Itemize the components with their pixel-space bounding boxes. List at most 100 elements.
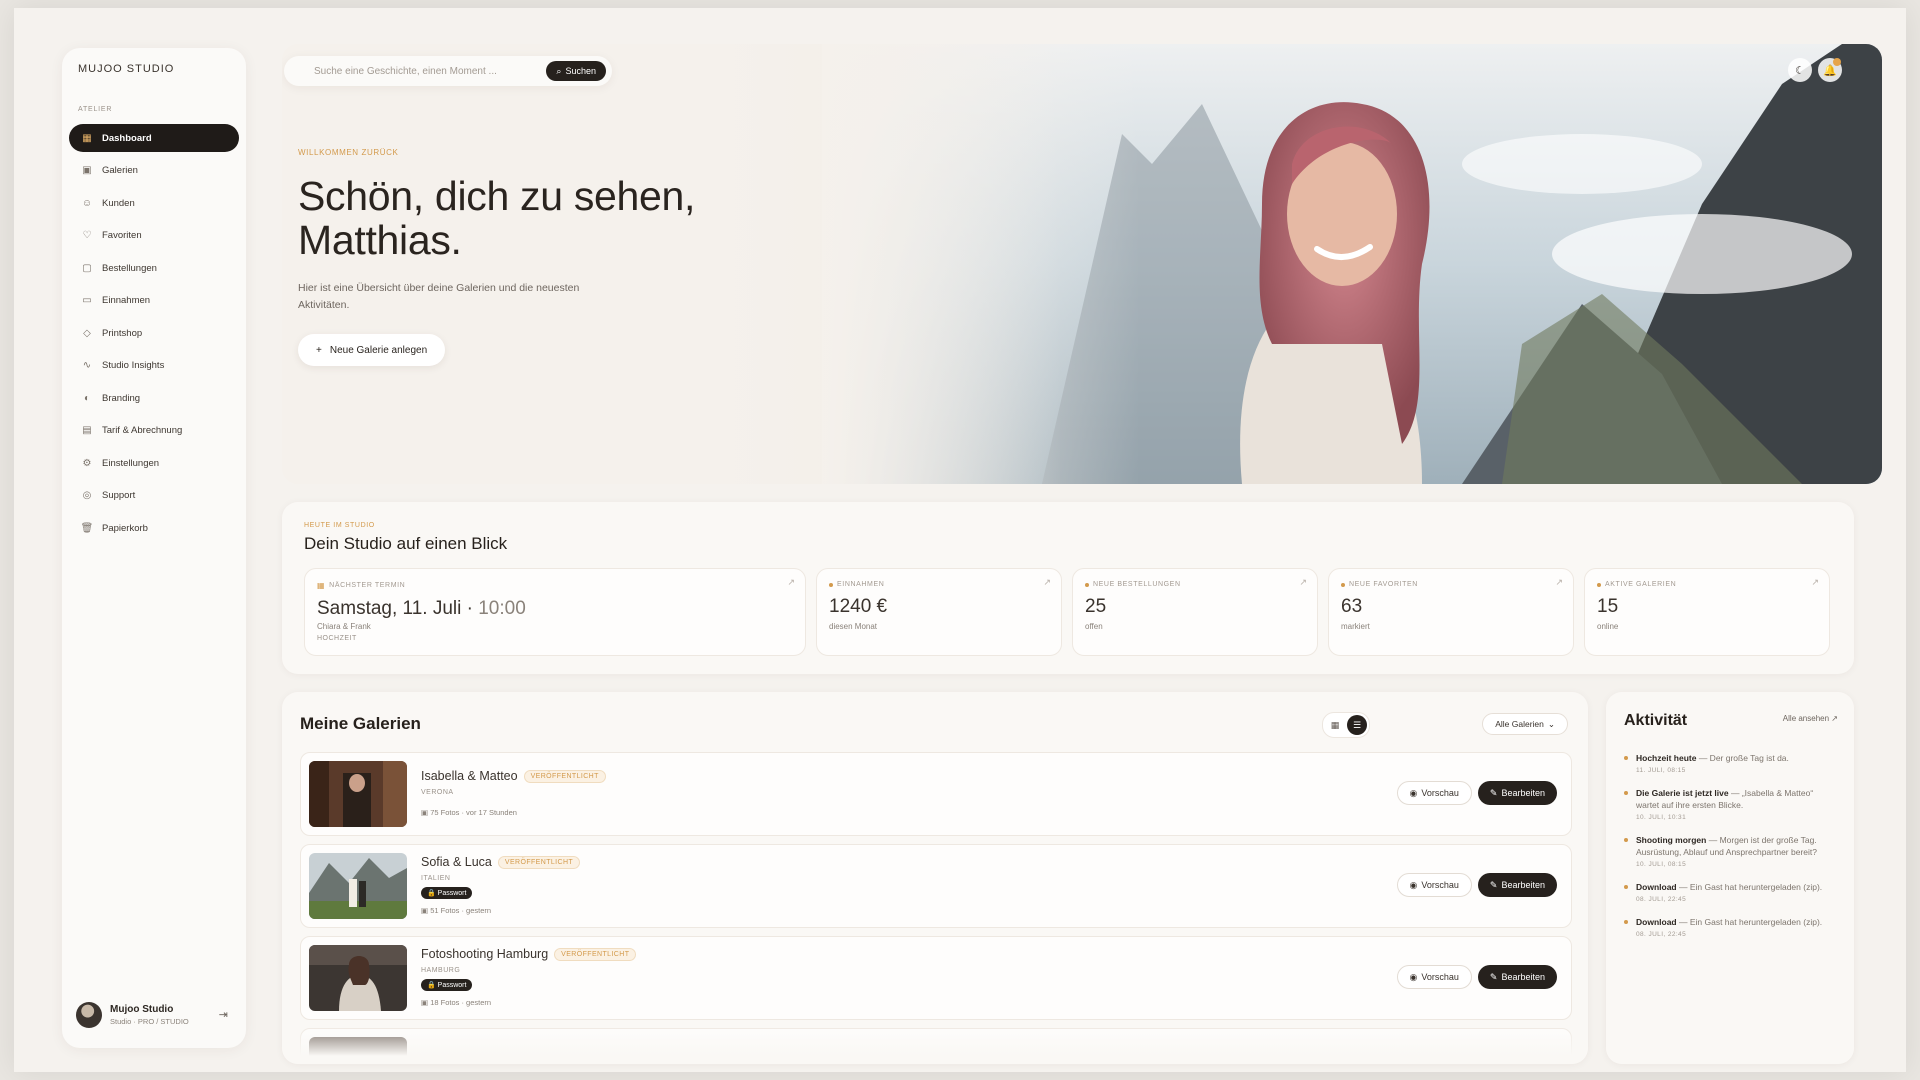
edit-button[interactable]: ✎ Bearbeiten — [1477, 781, 1557, 805]
activity-title-text: Shooting morgen — [1636, 835, 1707, 845]
sidebar-item-branding[interactable]: ◐ Branding — [69, 384, 239, 412]
list-fade — [282, 1024, 1588, 1064]
title-line-2: Matthias. — [298, 217, 462, 263]
eye-icon: ◉ — [1409, 787, 1418, 798]
gallery-name-row: Isabella & Matteo VERÖFFENTLICHT — [421, 769, 606, 783]
notifications-button[interactable]: 🔔 — [1818, 58, 1842, 82]
list-view-button[interactable]: ☰ — [1347, 715, 1367, 735]
grid-view-button[interactable]: ▦ — [1325, 715, 1345, 735]
sidebar-item-tarif[interactable]: ▤ Tarif & Abrechnung — [69, 417, 239, 445]
activity-text: Shooting morgen — Morgen ist der große T… — [1636, 834, 1838, 858]
preview-label: Vorschau — [1421, 972, 1459, 982]
activity-item[interactable]: Die Galerie ist jetzt live — „Isabella &… — [1624, 787, 1838, 821]
activity-title-text: Hochzeit heute — [1636, 753, 1697, 763]
status-badge: VERÖFFENTLICHT — [523, 769, 606, 783]
receipt-icon: ▤ — [82, 425, 92, 436]
arrow-up-right-icon: ↗ — [1811, 577, 1819, 587]
updated-time: vor 17 Stunden — [466, 808, 517, 817]
profile-card[interactable]: Mujoo Studio Studio · PRO / STUDIO ⇥ — [68, 992, 238, 1038]
edit-button[interactable]: ✎ Bearbeiten — [1477, 965, 1557, 989]
activity-description: — Der große Tag ist da. — [1696, 753, 1789, 763]
arrow-up-right-icon: ↗ — [787, 577, 795, 587]
gear-icon: ⚙ — [82, 457, 92, 469]
search-input[interactable] — [314, 65, 534, 77]
sidebar-item-printshop[interactable]: ◇ Printshop — [69, 319, 239, 347]
stat-cards: ▦ NÄCHSTER TERMIN Samstag, 11. Juli · 10:… — [304, 568, 1830, 656]
sidebar-item-label: Support — [102, 490, 136, 501]
gallery-meta: ▣ 18 Fotos · gestern — [421, 998, 492, 1007]
search-bar: ⌕Suchen — [284, 56, 612, 86]
activity-item[interactable]: Download — Ein Gast hat heruntergeladen … — [1624, 881, 1838, 903]
sidebar-item-einnahmen[interactable]: ▭ Einnahmen — [69, 287, 239, 315]
activity-item[interactable]: Hochzeit heute — Der große Tag ist da. 1… — [1624, 752, 1838, 774]
heart-icon: ♡ — [82, 230, 92, 241]
sidebar: MUJOO STUDIO ATELIER ▦ Dashboard ▣ Galerie… — [62, 48, 246, 1048]
activity-time: 08. JULI, 22:45 — [1636, 896, 1687, 903]
theme-toggle-button[interactable]: ☾ — [1788, 58, 1812, 82]
next-client: Chiara & Frank — [317, 622, 371, 631]
lifebuoy-icon: ◎ — [82, 490, 92, 501]
stat-card-revenue[interactable]: EINNAHMEN 1240 € diesen Monat ↗ — [816, 568, 1062, 656]
moon-icon: ☾ — [1795, 64, 1805, 77]
sidebar-item-support[interactable]: ◎ Support — [69, 482, 239, 510]
lock-icon: 🔒 — [427, 890, 436, 897]
sidebar-item-label: Bestellungen — [102, 262, 157, 274]
gallery-row[interactable]: Isabella & Matteo VERÖFFENTLICHT VERONA ▣… — [300, 752, 1572, 836]
sidebar-item-insights[interactable]: ∿ Studio Insights — [69, 352, 239, 380]
view-all-link[interactable]: Alle ansehen ↗ — [1783, 714, 1838, 723]
preview-button[interactable]: ◉ Vorschau — [1396, 965, 1472, 989]
stat-card-favorites[interactable]: NEUE FAVORITEN 63 markiert ↗ — [1328, 568, 1574, 656]
grid-icon: ▦ — [1330, 719, 1340, 730]
sidebar-item-favoriten[interactable]: ♡ Favoriten — [69, 222, 239, 250]
edit-label: Bearbeiten — [1501, 972, 1545, 982]
sidebar-item-dashboard[interactable]: ▦ Dashboard — [69, 124, 239, 152]
thumbnail-image — [309, 853, 407, 919]
preview-label: Vorschau — [1421, 788, 1459, 798]
pulse-icon: ∿ — [82, 360, 92, 371]
stat-card-orders[interactable]: NEUE BESTELLUNGEN 25 offen ↗ — [1072, 568, 1318, 656]
chevron-down-icon: ⌄ — [1547, 718, 1555, 729]
trash-icon: 🗑 — [80, 522, 94, 534]
studio-overview: HEUTE IM STUDIO Dein Studio auf einen Bl… — [282, 502, 1854, 674]
gallery-row[interactable]: Fotoshooting Hamburg VERÖFFENTLICHT HAMBU… — [300, 936, 1572, 1020]
plus-icon: + — [316, 344, 322, 356]
gallery-name-row: Sofia & Luca VERÖFFENTLICHT — [421, 855, 581, 869]
stat-card-active-galleries[interactable]: AKTIVE GALERIEN 15 online ↗ — [1584, 568, 1830, 656]
sidebar-item-label: Favoriten — [102, 230, 142, 241]
photo-count: 75 Fotos — [430, 808, 460, 817]
activity-item[interactable]: Shooting morgen — Morgen ist der große T… — [1624, 834, 1838, 868]
stat-label: NEUE FAVORITEN — [1349, 581, 1418, 588]
stat-sub: offen — [1085, 622, 1103, 631]
stat-label: EINNAHMEN — [837, 581, 885, 588]
avatar — [76, 1002, 102, 1028]
sidebar-item-papierkorb[interactable]: 🗑 Papierkorb — [69, 514, 239, 542]
activity-item[interactable]: Download — Ein Gast hat heruntergeladen … — [1624, 916, 1838, 938]
gallery-location: VERONA — [421, 789, 454, 796]
next-appointment-card[interactable]: ▦ NÄCHSTER TERMIN Samstag, 11. Juli · 10:… — [304, 568, 806, 656]
stat-label: AKTIVE GALERIEN — [1605, 581, 1677, 588]
stat-sub: markiert — [1341, 622, 1370, 631]
sidebar-item-kunden[interactable]: ☺ Kunden — [69, 189, 239, 217]
gallery-row[interactable]: Sofia & Luca VERÖFFENTLICHT ITALIEN 🔒 Pas… — [300, 844, 1572, 928]
search-button[interactable]: ⌕ Suchen — [546, 61, 606, 81]
activity-description: — Ein Gast hat heruntergeladen (zip). — [1676, 882, 1823, 892]
gallery-meta: ▣ 51 Fotos · gestern — [421, 906, 492, 915]
thumbnail-image — [309, 945, 407, 1011]
photo-icon: ▣ — [421, 906, 429, 915]
sidebar-item-einstellungen[interactable]: ⚙ Einstellungen — [69, 449, 239, 477]
new-gallery-button[interactable]: + Neue Galerie anlegen — [298, 334, 446, 366]
page-title: Schön, dich zu sehen, Matthias. — [298, 174, 695, 262]
sidebar-item-bestellungen[interactable]: ▢ Bestellungen — [69, 254, 239, 282]
edit-button[interactable]: ✎ Bearbeiten — [1477, 873, 1557, 897]
activity-title-text: Download — [1636, 882, 1677, 892]
preview-button[interactable]: ◉ Vorschau — [1396, 873, 1472, 897]
photo-icon: ▣ — [421, 808, 429, 817]
calendar-icon: ▦ — [317, 581, 326, 590]
logout-icon[interactable]: ⇥ — [219, 1008, 228, 1021]
gallery-filter-select[interactable]: Alle Galerien ⌄ — [1482, 713, 1568, 735]
sidebar-item-galerien[interactable]: ▣ Galerien — [69, 157, 239, 185]
next-time: 10:00 — [478, 598, 526, 619]
dot-icon — [1085, 582, 1089, 587]
stat-label: NEUE BESTELLUNGEN — [1093, 581, 1181, 588]
preview-button[interactable]: ◉ Vorschau — [1396, 781, 1472, 805]
